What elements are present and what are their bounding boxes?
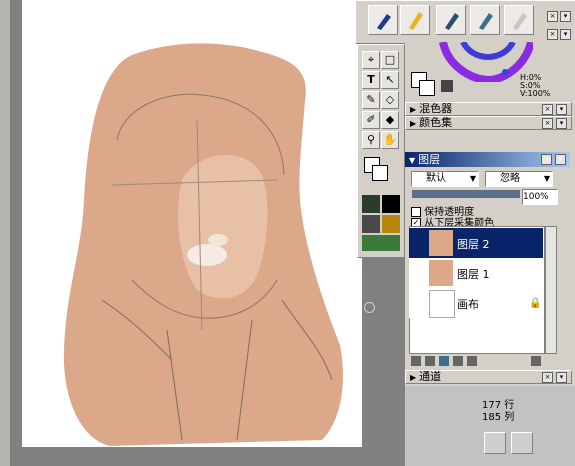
zoom-icon[interactable]: ⚲ xyxy=(362,131,380,149)
lock-icon: 🔒 xyxy=(529,298,542,309)
swatch-label: 颜色集 xyxy=(419,116,453,129)
toolbox: ⌖ □ T ↖ ✎ ◇ ✐ ◆ ⚲ ✋ xyxy=(357,44,405,258)
rotate-icon[interactable] xyxy=(511,432,533,454)
move-icon[interactable]: ↖ xyxy=(381,71,399,89)
nozzle-icon[interactable] xyxy=(362,235,400,251)
marker-icon[interactable] xyxy=(436,5,466,35)
layer-thumbnail xyxy=(429,290,455,318)
hsv-readout: H:0% S:0% V:100% xyxy=(520,74,550,98)
layers-panel-title[interactable]: ▼ 图层 × ▾ xyxy=(405,152,570,167)
layer-thumbnail xyxy=(429,230,453,256)
mixer-panel-bar[interactable]: ▶ 混色器 × ▾ xyxy=(405,102,572,116)
layer-thumbnail xyxy=(429,260,453,286)
pencil-icon[interactable] xyxy=(400,5,430,35)
zoom-fit-icon[interactable] xyxy=(484,432,506,454)
collapse-icon: ▼ xyxy=(409,156,416,165)
mask-layer-icon[interactable] xyxy=(439,356,449,366)
effect-icon[interactable] xyxy=(467,356,477,366)
composite-select[interactable]: 忽略 ▼ xyxy=(485,171,553,187)
layer-name: 图层 1 xyxy=(457,268,490,281)
opacity-field[interactable]: 100% xyxy=(522,189,558,205)
layer-name: 画布 xyxy=(457,298,479,311)
layers-close-icon[interactable]: × xyxy=(541,154,552,165)
painting xyxy=(63,43,343,446)
alt-color-swatch[interactable] xyxy=(419,80,435,96)
blend-mode-select[interactable]: 默认 ▼ xyxy=(411,171,479,187)
pen-icon[interactable]: ✐ xyxy=(362,111,380,129)
brush-category-bar: × ▾ × ▾ xyxy=(355,0,575,44)
new-layer-icon[interactable] xyxy=(411,356,421,366)
brush-close-icon-2[interactable]: × xyxy=(547,29,558,40)
col-count: 185 列 xyxy=(482,412,515,423)
ink-pen-icon[interactable] xyxy=(368,5,398,35)
value-value: V:100% xyxy=(520,89,551,98)
lasso-icon[interactable]: ⌖ xyxy=(362,51,380,69)
opacity-slider[interactable] xyxy=(412,190,520,198)
texture-icon[interactable] xyxy=(362,215,380,233)
pattern-icon[interactable] xyxy=(362,195,380,213)
secondary-color-swatch[interactable] xyxy=(372,165,388,181)
composite-value: 忽略 xyxy=(500,173,520,184)
layer-row[interactable]: ◉ 画布 🔒 xyxy=(409,288,543,318)
mixer-close-icon[interactable]: × xyxy=(542,104,553,115)
rect-select-icon[interactable]: □ xyxy=(381,51,399,69)
layer-scrollbar[interactable] xyxy=(545,226,557,354)
layer-name: 图层 2 xyxy=(457,238,490,251)
channels-close-icon[interactable]: × xyxy=(542,372,553,383)
brush-close-icon[interactable]: × xyxy=(547,11,558,22)
hue-ring[interactable] xyxy=(433,42,533,82)
swatch-panel-bar[interactable]: ▶ 颜色集 × ▾ xyxy=(405,116,572,130)
group-icon[interactable] xyxy=(425,356,435,366)
clone-color-icon[interactable] xyxy=(441,80,453,92)
layers-label: 图层 xyxy=(418,153,441,166)
channels-panel-bar[interactable]: ▶ 通道 × ▾ xyxy=(405,370,572,384)
layer-row[interactable]: ◉ 图层 1 xyxy=(409,258,543,288)
expand-icon: ▶ xyxy=(410,105,417,114)
airbrush-icon[interactable] xyxy=(504,5,534,35)
text-icon[interactable]: T xyxy=(362,71,380,89)
fill-icon[interactable]: ◆ xyxy=(381,111,399,129)
scroll-indicator[interactable] xyxy=(364,302,375,313)
document-edge xyxy=(0,0,10,466)
expand-icon: ▶ xyxy=(410,373,417,382)
brush-menu-icon[interactable]: ▾ xyxy=(560,11,571,22)
hand-icon[interactable]: ✋ xyxy=(381,131,399,149)
channels-menu-icon[interactable]: ▾ xyxy=(556,372,567,383)
layer-row-selected[interactable]: ◉ 图层 2 xyxy=(409,228,543,258)
eyedropper-icon[interactable]: ✎ xyxy=(362,91,380,109)
swatch-menu-icon[interactable]: ▾ xyxy=(556,118,567,129)
layer-actions xyxy=(411,356,547,368)
trash-icon[interactable] xyxy=(531,356,541,366)
mask-icon[interactable] xyxy=(382,195,400,213)
layers-menu-icon[interactable]: ▾ xyxy=(555,154,566,165)
channels-label: 通道 xyxy=(419,370,442,383)
drawing-canvas[interactable] xyxy=(22,0,362,447)
dropdown-icon: ▼ xyxy=(543,174,550,183)
expand-icon: ▶ xyxy=(410,119,417,128)
dropdown-icon: ▼ xyxy=(469,174,476,183)
adjust-icon[interactable] xyxy=(453,356,463,366)
grain-icon[interactable] xyxy=(382,215,400,233)
watercolor-brush-icon[interactable] xyxy=(470,5,500,35)
eraser-icon[interactable]: ◇ xyxy=(381,91,399,109)
swatch-close-icon[interactable]: × xyxy=(542,118,553,129)
mixer-label: 混色器 xyxy=(419,102,453,115)
blend-mode-value: 默认 xyxy=(426,173,446,184)
mixer-menu-icon[interactable]: ▾ xyxy=(556,104,567,115)
brush-menu-icon-2[interactable]: ▾ xyxy=(560,29,571,40)
